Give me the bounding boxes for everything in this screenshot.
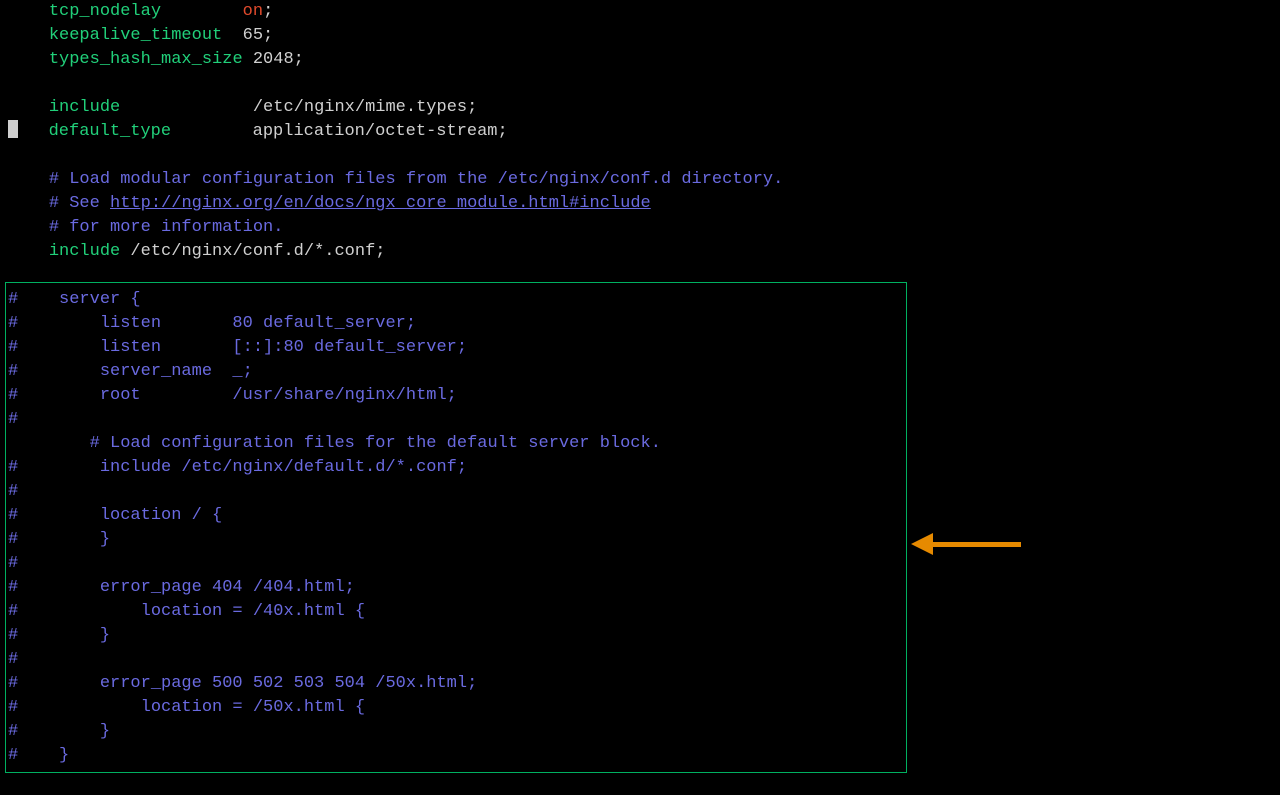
comment: # See — [49, 194, 110, 213]
commented-line: # location / { — [8, 506, 222, 525]
commented-line: # } — [8, 530, 110, 549]
commented-line: # } — [8, 626, 110, 645]
value-on: on — [243, 2, 263, 21]
text-cursor — [8, 120, 18, 138]
value: 2048; — [253, 50, 304, 69]
nginx-config-code[interactable]: tcp_nodelay on; keepalive_timeout 65; ty… — [8, 0, 783, 768]
value: /etc/nginx/conf.d/*.conf; — [120, 242, 385, 261]
commented-line: # root /usr/share/nginx/html; — [8, 386, 457, 405]
commented-line: # } — [8, 746, 69, 765]
commented-line: # include /etc/nginx/default.d/*.conf; — [8, 458, 467, 477]
commented-line: # listen 80 default_server; — [8, 314, 416, 333]
commented-line: # — [8, 554, 18, 573]
value: 65; — [243, 26, 274, 45]
directive: default_type — [49, 122, 171, 141]
value: application/octet-stream; — [253, 122, 508, 141]
directive-include: include — [49, 242, 120, 261]
commented-line: # server_name _; — [8, 362, 253, 381]
commented-line: # — [8, 410, 18, 429]
comment-url: http://nginx.org/en/docs/ngx_core_module… — [110, 194, 651, 213]
commented-line: # error_page 500 502 503 504 /50x.html; — [8, 674, 477, 693]
commented-line: # location = /50x.html { — [8, 698, 365, 717]
indent — [8, 2, 49, 21]
directive: tcp_nodelay — [49, 2, 161, 21]
commented-line: # } — [8, 722, 110, 741]
directive: types_hash_max_size — [49, 50, 243, 69]
commented-line: # error_page 404 /404.html; — [8, 578, 355, 597]
directive: keepalive_timeout — [49, 26, 222, 45]
commented-line: # location = /40x.html { — [8, 602, 365, 621]
comment: # Load modular configuration files from … — [49, 170, 784, 189]
commented-line: # — [8, 650, 18, 669]
commented-line: # — [8, 482, 18, 501]
commented-line: # Load configuration files for the defau… — [8, 434, 661, 453]
commented-line: # server { — [8, 290, 141, 309]
commented-line: # listen [::]:80 default_server; — [8, 338, 467, 357]
value: /etc/nginx/mime.types; — [253, 98, 477, 117]
comment: # for more information. — [49, 218, 284, 237]
directive-include: include — [49, 98, 120, 117]
